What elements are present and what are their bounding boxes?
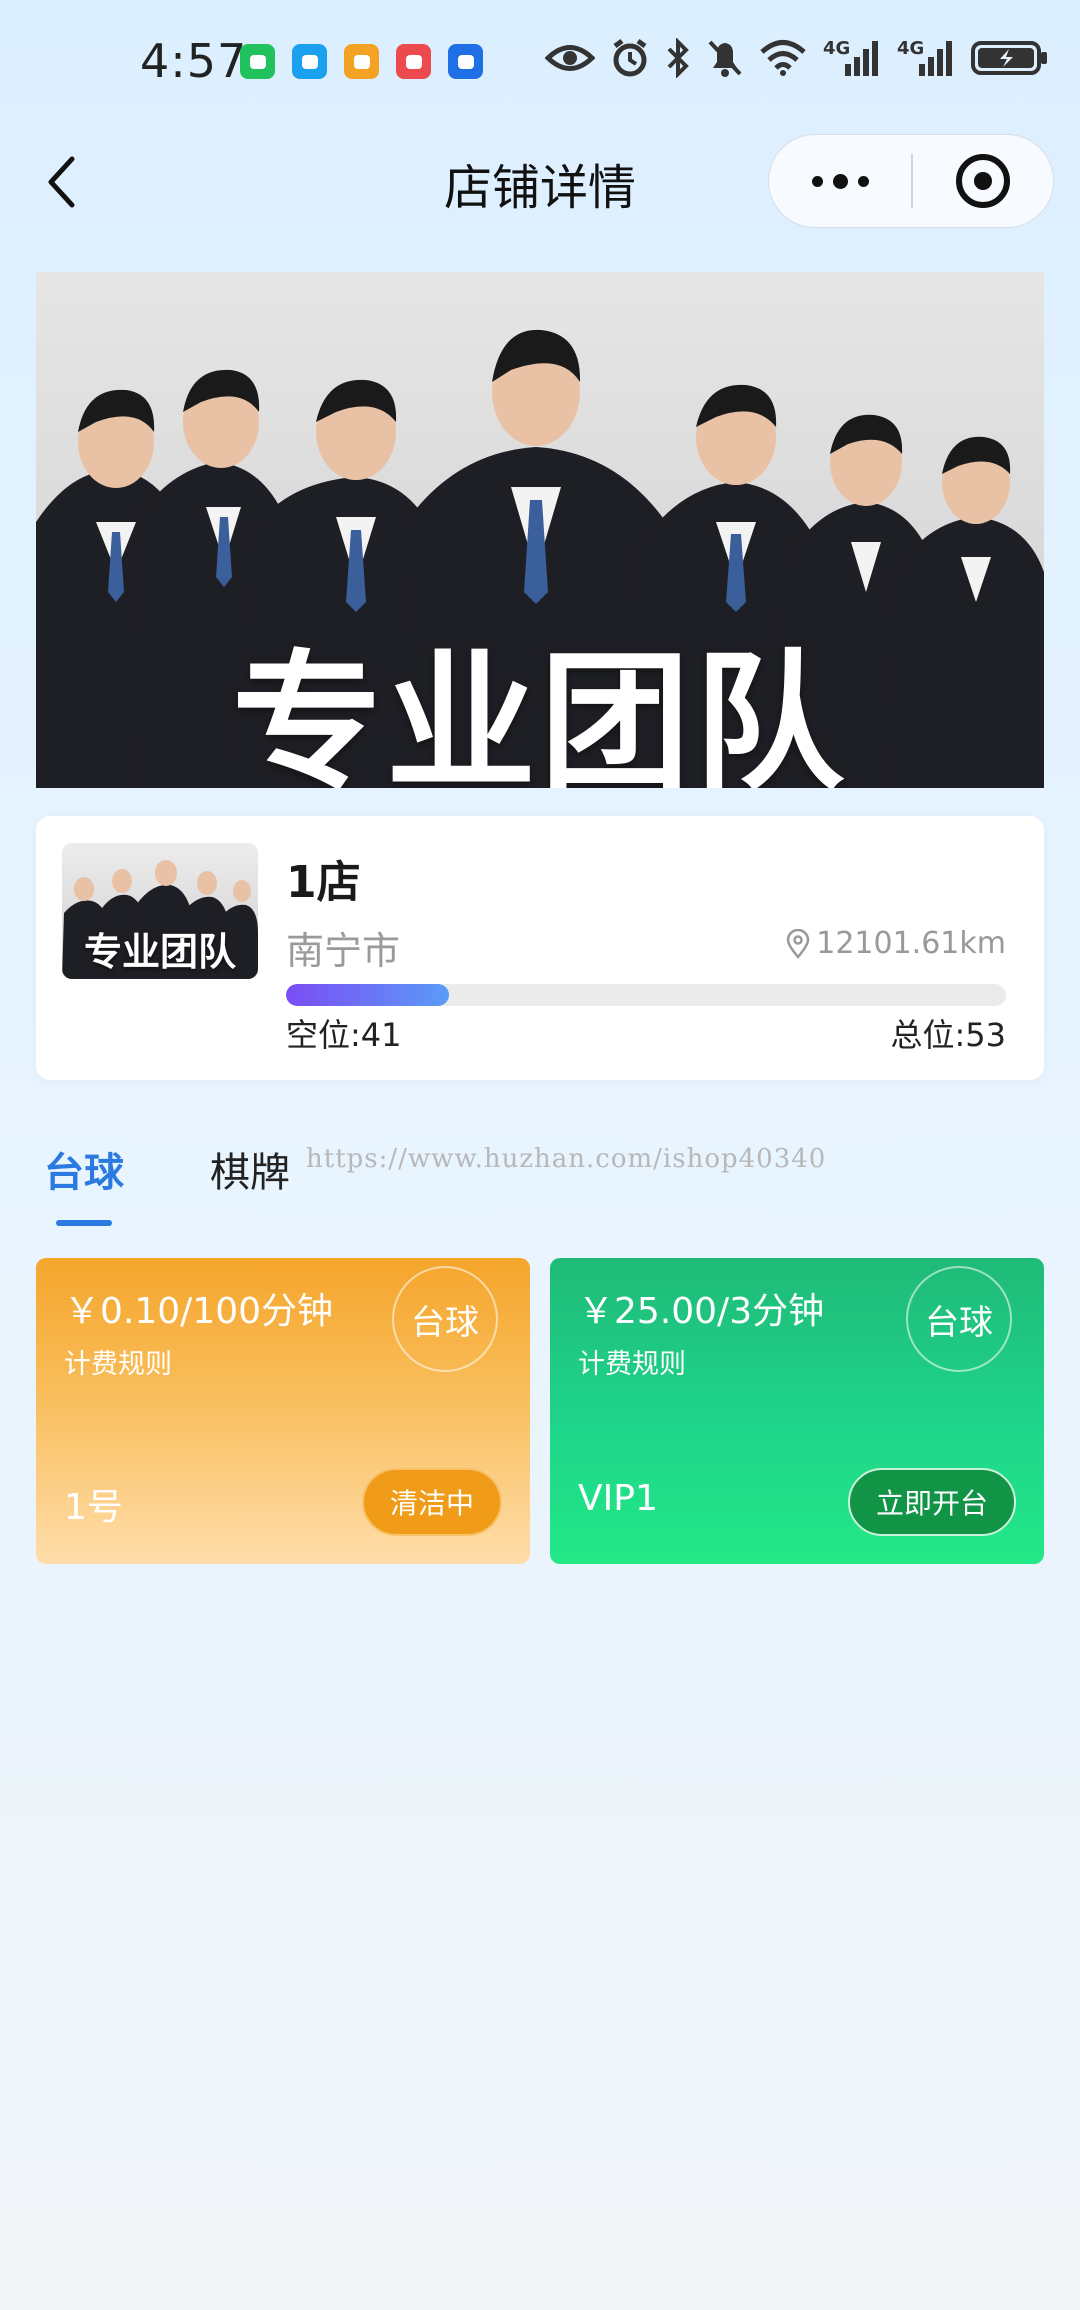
banner-caption: 专业团队: [231, 637, 848, 788]
occupancy-progress-fill: [286, 984, 449, 1006]
store-distance: 12101.61km: [786, 926, 1006, 961]
table-type-badge: 台球: [906, 1266, 1012, 1372]
dot-icon: [811, 175, 823, 187]
target-icon: [956, 154, 1010, 208]
location-pin-icon: [786, 928, 810, 959]
wechat-icon: [240, 44, 275, 79]
mute-icon: [708, 40, 742, 77]
store-city: 南宁市: [286, 929, 401, 973]
alarm-icon: [613, 38, 647, 77]
total-seats: 总位:53: [890, 1016, 1006, 1054]
table-number: VIP1: [578, 1478, 658, 1519]
bluetooth-icon: [667, 38, 689, 78]
more-button[interactable]: [769, 135, 911, 227]
table-type-badge: 台球: [392, 1266, 498, 1372]
watermark: https://www.huzhan.com/ishop40340: [306, 1144, 827, 1174]
occupancy-progress: [286, 984, 1006, 1006]
signal-2: 4G: [897, 38, 955, 78]
book-icon: [396, 44, 431, 79]
open-table-button[interactable]: 立即开台: [847, 1468, 1016, 1536]
active-tab-indicator: [56, 1220, 112, 1226]
tab-chess-cards[interactable]: 棋牌: [210, 1140, 290, 1198]
cleaning-status-button[interactable]: 清洁中: [361, 1468, 502, 1536]
thumbnail-caption: 专业团队: [83, 930, 236, 974]
miniprogram-capsule: [768, 134, 1054, 228]
dot-icon: [857, 175, 869, 187]
notification-icons: [240, 44, 483, 79]
table-card-1[interactable]: ￥0.10/100分钟 计费规则 台球 1号 清洁中: [36, 1258, 530, 1564]
store-info-card: 专业团队 1店 南宁市 12101.61km 空位:41 总位:53: [36, 816, 1044, 1080]
category-tabs: 台球 棋牌 https://www.huzhan.com/ishop40340: [0, 1120, 1080, 1240]
battery-icon: [971, 41, 1047, 75]
table-price: ￥25.00/3分钟: [578, 1291, 825, 1332]
empty-seats: 空位:41: [286, 1016, 402, 1054]
nav-bar: 店铺详情: [0, 130, 1080, 240]
system-icons: 4G 4G: [545, 38, 1049, 78]
status-bar: 4:57 4G 4G: [0, 0, 1080, 130]
tab-billiards[interactable]: 台球: [44, 1140, 124, 1198]
table-number: 1号: [64, 1487, 123, 1528]
distance-value: 12101.61km: [816, 926, 1006, 961]
close-miniprogram-button[interactable]: [913, 154, 1053, 208]
table-price: ￥0.10/100分钟: [64, 1291, 333, 1332]
store-banner: 专业团队: [36, 272, 1044, 788]
dot-icon: [832, 173, 848, 189]
message-icon: [292, 44, 327, 79]
signal-1: 4G: [823, 38, 881, 78]
store-name: 1店: [286, 857, 361, 908]
billing-rule-link[interactable]: 计费规则: [64, 1342, 172, 1381]
billing-rule-link[interactable]: 计费规则: [578, 1342, 686, 1381]
status-time: 4:57: [140, 34, 248, 88]
app-icon: [344, 44, 379, 79]
store-thumbnail: 专业团队: [62, 843, 258, 979]
table-card-2[interactable]: ￥25.00/3分钟 计费规则 台球 VIP1 立即开台: [550, 1258, 1044, 1564]
eye-icon: [545, 45, 595, 71]
wifi-icon: [760, 40, 806, 76]
bulb-icon: [448, 44, 483, 79]
